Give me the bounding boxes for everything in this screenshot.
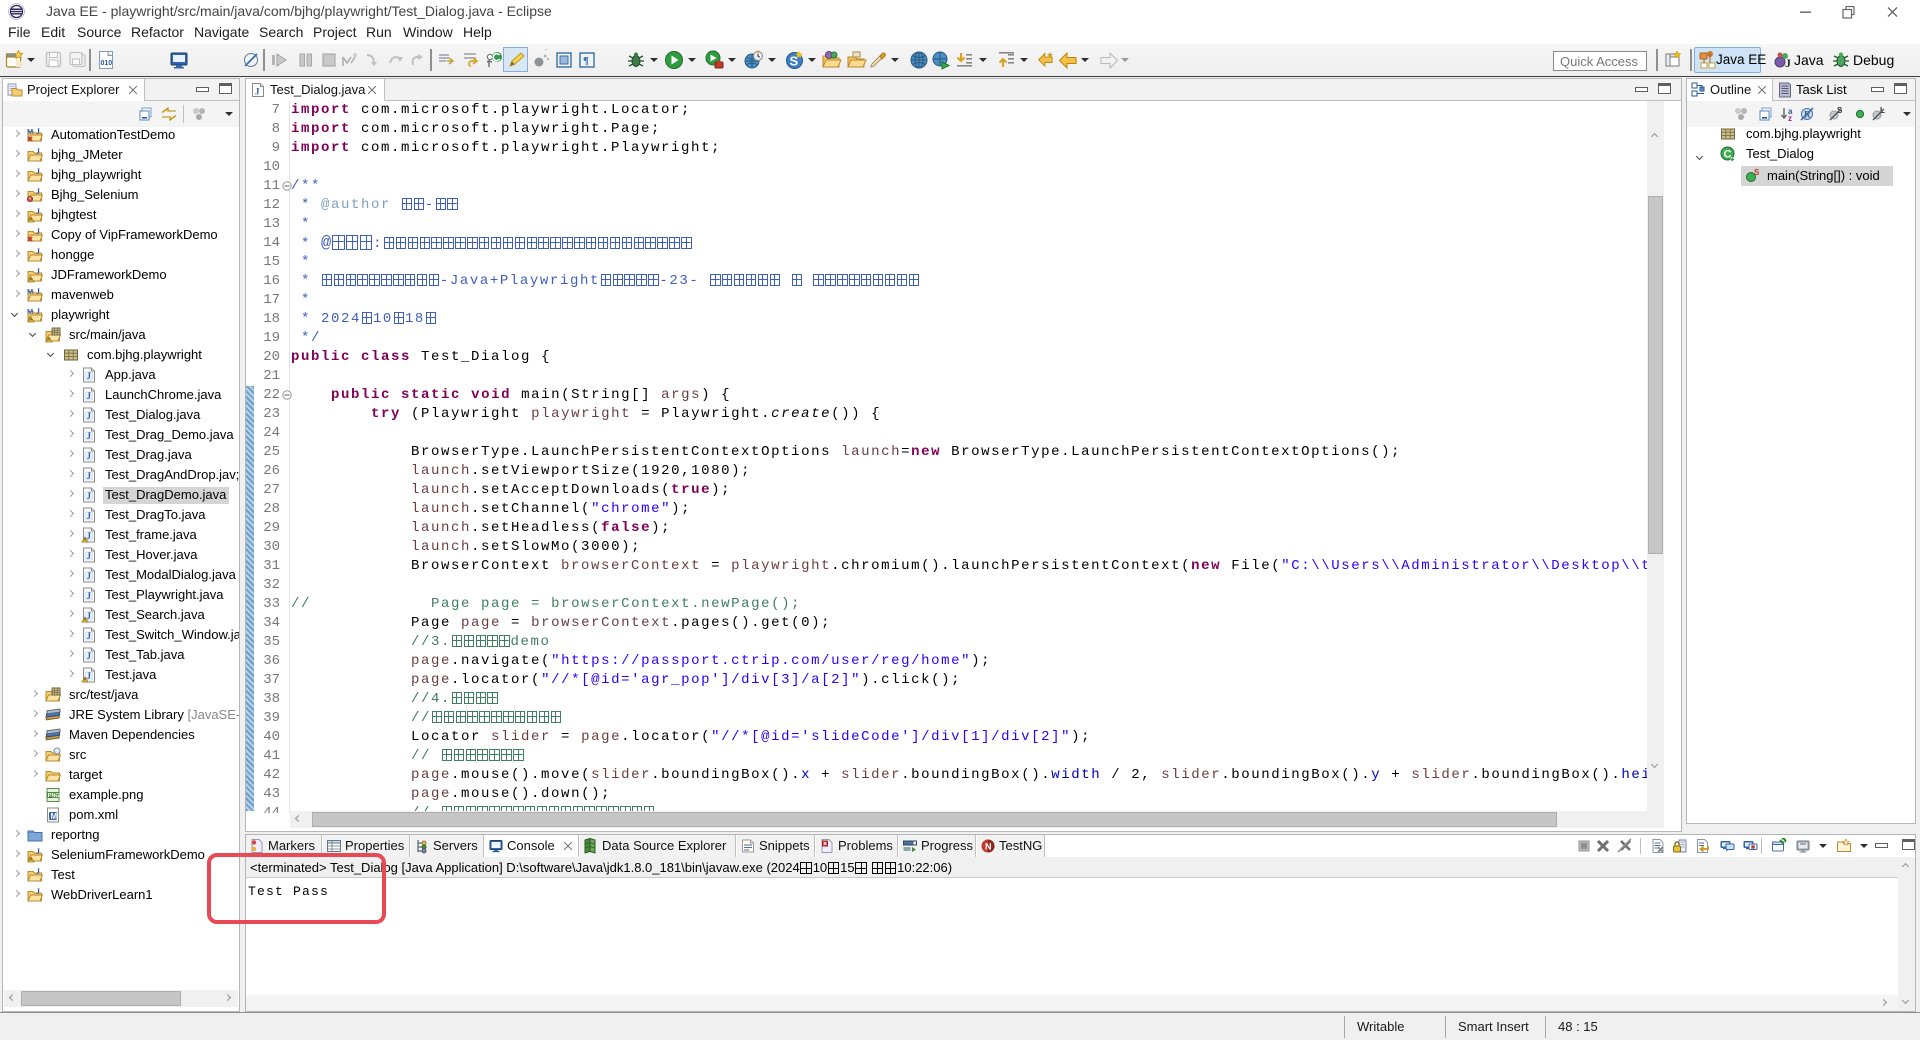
svg-text:J: J <box>36 207 40 216</box>
svg-text:J: J <box>36 267 40 276</box>
svg-text:J: J <box>36 887 40 896</box>
svg-text:J: J <box>87 671 92 681</box>
svg-text:J: J <box>36 187 40 196</box>
svg-text:J: J <box>87 391 92 401</box>
svg-text:J: J <box>87 571 92 581</box>
svg-text:J: J <box>87 451 92 461</box>
svg-text:J: J <box>255 87 260 97</box>
svg-text:J: J <box>36 287 40 296</box>
svg-text:J: J <box>87 491 92 501</box>
svg-text:C: C <box>1724 149 1732 161</box>
svg-text:J: J <box>87 511 92 521</box>
svg-text:N: N <box>985 842 992 852</box>
svg-text:J: J <box>36 147 40 156</box>
svg-text:J: J <box>36 867 40 876</box>
svg-text:J: J <box>36 307 40 316</box>
svg-text:010: 010 <box>101 60 113 67</box>
svg-text:M: M <box>27 287 33 296</box>
svg-text:J: J <box>87 631 92 641</box>
svg-text:J: J <box>36 167 40 176</box>
svg-text:S: S <box>1754 168 1760 177</box>
svg-text:J: J <box>87 371 92 381</box>
svg-text:J: J <box>36 247 40 256</box>
svg-text:J: J <box>87 431 92 441</box>
svg-text:J: J <box>1785 56 1791 70</box>
svg-text:J: J <box>36 127 40 136</box>
svg-text:J: J <box>87 411 92 421</box>
svg-text:J: J <box>87 651 92 661</box>
svg-text:J: J <box>87 471 92 481</box>
svg-text:J: J <box>36 227 40 236</box>
svg-text:M: M <box>27 307 33 316</box>
svg-text:M: M <box>51 812 58 821</box>
svg-text:J: J <box>87 591 92 601</box>
svg-text:z: z <box>1788 114 1792 122</box>
svg-text:J: J <box>36 847 40 856</box>
svg-text:J: J <box>87 551 92 561</box>
svg-text:¶: ¶ <box>583 55 589 67</box>
svg-text:J: J <box>87 611 92 621</box>
svg-text:PNG: PNG <box>48 793 60 799</box>
svg-text:J: J <box>87 531 92 541</box>
svg-text:M: M <box>27 127 33 136</box>
